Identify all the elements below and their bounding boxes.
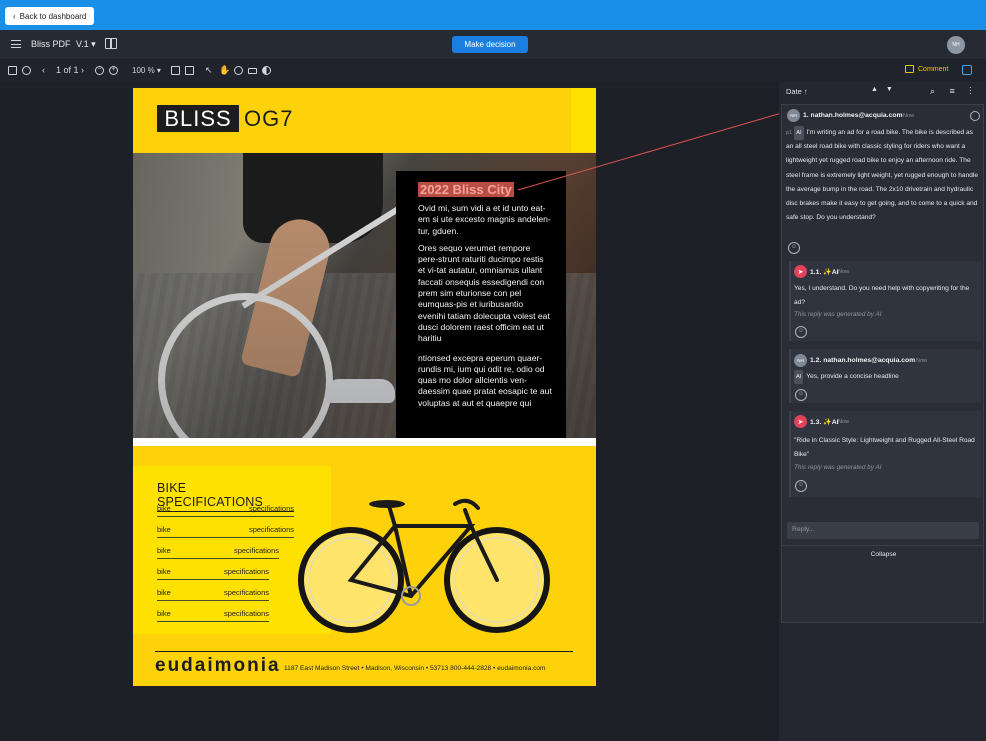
comment-body: AI Yes, provide a concise headline — [794, 370, 980, 385]
hand-icon[interactable]: ✋ — [219, 65, 230, 76]
version-dropdown[interactable]: V.1 ▾ — [76, 39, 96, 50]
ruler-icon[interactable] — [248, 68, 257, 74]
comment-author: 1. nathan.holmes@acquia.com — [803, 112, 903, 119]
comment-time: Now — [838, 269, 850, 275]
comment-icon — [905, 65, 914, 73]
app-bar: Bliss PDF V.1 ▾ Make decision NH — [0, 30, 986, 60]
back-label: Back to dashboard — [19, 11, 87, 21]
emoji-icon[interactable]: ☺ — [795, 389, 807, 401]
contrast-icon[interactable] — [262, 66, 271, 75]
emoji-icon[interactable]: ☺ — [795, 480, 807, 492]
logo-model: OG7 — [244, 106, 294, 131]
comment-thread[interactable]: NH 1. nathan.holmes@acquia.com Now p1 AI I… — [781, 104, 984, 623]
document-title: Bliss PDF — [31, 39, 71, 49]
next-page-icon[interactable]: › — [81, 65, 84, 75]
search-filter-more-icons[interactable]: ⌕ ≡ ⋮ — [930, 86, 978, 97]
comment-time: Now — [916, 358, 928, 364]
ad-paragraph: Ores sequo verumet rempore pere-strunt r… — [418, 242, 550, 344]
prev-next-arrows-icon[interactable]: ▲ ▼ — [871, 86, 896, 93]
spec-row: bike specifications — [157, 502, 294, 517]
rotate-icon[interactable] — [234, 66, 243, 75]
search-icon[interactable] — [22, 66, 31, 75]
comment-button[interactable]: Comment — [905, 65, 948, 73]
comment-author: 1.2. nathan.holmes@acquia.com — [810, 357, 916, 364]
comment-author: 1.1. ✨AI — [810, 269, 839, 276]
emoji-icon[interactable]: ☺ — [788, 242, 800, 254]
footer-address: 1187 East Madison Street • Madison, Wisc… — [284, 665, 546, 672]
spec-row: bike specifications — [157, 586, 269, 601]
avatar: NH — [794, 354, 807, 367]
reply-card: ➤ 1.3. ✨AI Now "Ride in Classic Style: L… — [789, 411, 981, 497]
thumbnails-icon[interactable] — [8, 66, 17, 75]
header-accent-strip — [571, 88, 596, 152]
share-icon[interactable] — [962, 65, 972, 75]
book-icon[interactable] — [105, 38, 117, 49]
menu-icon[interactable] — [11, 40, 21, 48]
ad-paragraph: Ovid mi, sum vidi a et id unto eat-em si… — [418, 203, 551, 236]
chevron-left-icon: ‹ — [13, 11, 16, 21]
comments-header: Date ↑ ▲ ▼ ⌕ ≡ ⋮ — [779, 82, 986, 102]
resolve-icon[interactable] — [970, 111, 980, 121]
pdf-page[interactable]: BLISS OG7 2022 Bliss City Ovid mi, sum v… — [133, 88, 596, 686]
emoji-icon[interactable]: ☺ — [795, 326, 807, 338]
reply-card: NH 1.2. nathan.holmes@acquia.com Now AI Y… — [789, 349, 981, 403]
spec-row: bike specifications — [157, 607, 269, 622]
ai-tag: AI — [794, 370, 804, 385]
fit-width-icon[interactable] — [185, 66, 194, 75]
prev-page-icon[interactable]: ‹ — [42, 65, 45, 75]
comment-body: "Ride in Classic Style: Lightweight and … — [794, 437, 975, 459]
viewer-toolbar: ‹ 1 of 1 › − + 100 % ▾ ↖ ✋ Comment — [0, 60, 986, 82]
collapse-button[interactable]: Collapse — [782, 551, 985, 558]
make-decision-button[interactable]: Make decision — [452, 36, 528, 53]
ad-copy-panel: 2022 Bliss City Ovid mi, sum vidi a et i… — [396, 171, 566, 438]
comment-author: 1.3. ✨AI — [810, 419, 839, 426]
avatar[interactable]: NH — [947, 36, 965, 54]
reply-card: ➤ 1.1. ✨AI Now Yes, I understand. Do you… — [789, 261, 981, 341]
comment-label: Comment — [918, 65, 949, 73]
ad-headline[interactable]: 2022 Bliss City — [418, 182, 514, 197]
ai-generated-note: This reply was generated by AI — [794, 311, 882, 318]
logo-wordmark: BLISS — [157, 105, 239, 132]
comment-body: p1 AI I'm writing an ad for a road bike. T… — [786, 126, 981, 225]
avatar: NH — [787, 109, 800, 122]
spec-row: bike specifications — [157, 544, 279, 559]
zoom-select[interactable]: 100 % ▾ — [132, 66, 161, 75]
sort-dropdown[interactable]: Date ↑ — [786, 87, 808, 96]
page-indicator: 1 of 1 — [56, 65, 79, 75]
ai-tag: AI — [794, 126, 804, 141]
comments-panel: Date ↑ ▲ ▼ ⌕ ≡ ⋮ NH 1. nathan.holmes@acq… — [779, 82, 986, 741]
ai-logo-icon: ➤ — [794, 415, 807, 428]
top-bar: ‹ Back to dashboard — [0, 0, 986, 30]
comment-time: Now — [903, 113, 915, 119]
bike-illustration — [298, 498, 550, 633]
comment-time: Now — [838, 419, 850, 425]
zoom-in-icon[interactable]: + — [109, 66, 118, 75]
reply-input[interactable]: Reply... — [787, 522, 979, 539]
ai-generated-note: This reply was generated by AI — [794, 464, 882, 471]
back-to-dashboard-button[interactable]: ‹ Back to dashboard — [5, 7, 95, 25]
zoom-out-icon[interactable]: − — [95, 66, 104, 75]
footer-brand: eudaimonia — [155, 655, 281, 676]
pointer-icon[interactable]: ↖ — [205, 65, 213, 76]
ad-paragraph: ntionsed excepra eperum quaer-rundis mi,… — [418, 352, 552, 408]
spec-row: bike specifications — [157, 565, 269, 580]
fit-page-icon[interactable] — [171, 66, 180, 75]
spec-row: bike specifications — [157, 523, 294, 538]
ai-logo-icon: ➤ — [794, 265, 807, 278]
comment-body: Yes, I understand. Do you need help with… — [794, 285, 970, 307]
